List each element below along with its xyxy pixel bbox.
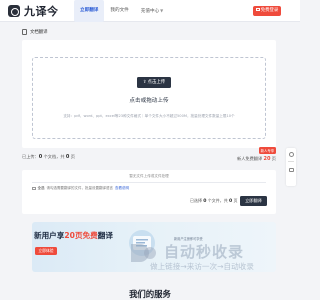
- uploaded-pages-unit: 页: [70, 154, 75, 159]
- logo-icon: [8, 5, 20, 17]
- nav-item-translate[interactable]: 立即翻译: [74, 0, 105, 22]
- selected-files-value: 0: [203, 199, 207, 204]
- chat-icon[interactable]: [288, 168, 294, 172]
- nav-item-my-files[interactable]: 我的文件: [104, 0, 134, 22]
- selected-count: 已选择 0 个文件，共 0 页: [190, 198, 238, 204]
- chevron-down-icon: ▼: [160, 8, 164, 13]
- promo-illustration: [129, 230, 155, 256]
- select-all-label: 全选: [37, 186, 45, 190]
- promo-title: 新用户享20页免费翻译: [34, 230, 113, 241]
- new-user-badge: 新人专享: [258, 147, 276, 154]
- help-icon[interactable]: [288, 152, 294, 157]
- empty-state-text: 暂无文件上传或文件处理: [129, 174, 169, 178]
- login-button-label: 免费登录: [260, 8, 279, 13]
- breadcrumb-label: 文档翻译: [30, 30, 48, 35]
- uploaded-pages-value: 0: [65, 154, 70, 160]
- side-divider: [288, 161, 294, 162]
- uploaded-files-value: 0: [38, 154, 43, 160]
- upload-button-label: 点击上传: [147, 80, 166, 85]
- bulk-select-row: 全选 请勾选需要翻译的文件，批量设置翻译语言 查看说明: [32, 186, 129, 191]
- promo-title-post: 翻译: [97, 231, 113, 240]
- nav-item-recharge-label: 充值中心: [140, 9, 160, 14]
- uploaded-files-unit: 个文档，共: [43, 154, 65, 159]
- selected-files-unit: 个文件，共: [207, 198, 228, 203]
- file-list-panel: 暂无文件上传或文件处理 全选 请勾选需要翻译的文件，批量设置翻译语言 查看说明 …: [22, 170, 276, 214]
- supported-formats-note: 支持：pdf、word、ppt、excel等23种文件格式｜单个文件大小不超过5…: [63, 114, 235, 118]
- document-icon: [22, 29, 27, 35]
- file-dropzone[interactable]: ⇪点击上传 点击或拖动上传 支持：pdf、word、ppt、excel等23种文…: [32, 57, 266, 139]
- login-button[interactable]: 免费登录: [253, 6, 281, 16]
- bulk-note: 请勾选需要翻译的文件，批量设置翻译语言: [46, 186, 114, 190]
- brand-logo[interactable]: 九译今: [8, 4, 59, 18]
- uploaded-count: 已上传：0 个文档，共 0 页: [22, 154, 75, 160]
- upload-arrow-icon: ⇪: [142, 80, 147, 85]
- main-nav: 立即翻译 我的文件 充值中心▼: [74, 0, 169, 22]
- free-pages-label: 新人免费翻译: [237, 156, 263, 161]
- upload-button[interactable]: ⇪点击上传: [137, 77, 171, 88]
- promo-title-highlight: 20页免费: [64, 231, 98, 240]
- breadcrumb: 文档翻译: [22, 27, 48, 37]
- upload-card: ⇪点击上传 点击或拖动上传 支持：pdf、word、ppt、excel等23种文…: [22, 40, 276, 148]
- promo-banner[interactable]: 新用户享20页免费翻译 立即体验 新用户注册即可享受: [32, 222, 276, 272]
- brand-name: 九译今: [24, 5, 59, 18]
- free-pages-info: 新人免费翻译 20 页: [237, 156, 276, 162]
- selected-pages-unit: 页: [233, 198, 238, 203]
- promo-title-pre: 新用户享: [34, 231, 65, 240]
- help-link[interactable]: 查看说明: [115, 186, 129, 191]
- translate-now-button[interactable]: 立即翻译: [240, 196, 267, 206]
- uploaded-label: 已上传：: [22, 154, 39, 159]
- free-pages-value: 20: [263, 156, 271, 162]
- nav-item-recharge[interactable]: 充值中心▼: [135, 0, 169, 22]
- selected-pages-value: 0: [229, 199, 233, 204]
- upload-summary: 已上传：0 个文档，共 0 页 新人专享 新人免费翻译 20 页: [22, 147, 276, 164]
- floating-side-tools: [286, 148, 296, 186]
- top-navigation-bar: 九译今 立即翻译 我的文件 充值中心▼ 免费登录: [0, 0, 300, 22]
- promo-caption: 新用户注册即可享受: [174, 237, 203, 241]
- panel-divider: [32, 182, 266, 183]
- free-pages-unit: 页: [271, 156, 276, 161]
- services-heading: 我们的服务: [129, 289, 171, 299]
- user-icon: [255, 8, 260, 11]
- promo-try-button[interactable]: 立即体验: [35, 247, 57, 255]
- select-all-checkbox[interactable]: [32, 186, 36, 191]
- selected-label: 已选择: [190, 198, 202, 203]
- upload-hint: 点击或拖动上传: [129, 98, 169, 104]
